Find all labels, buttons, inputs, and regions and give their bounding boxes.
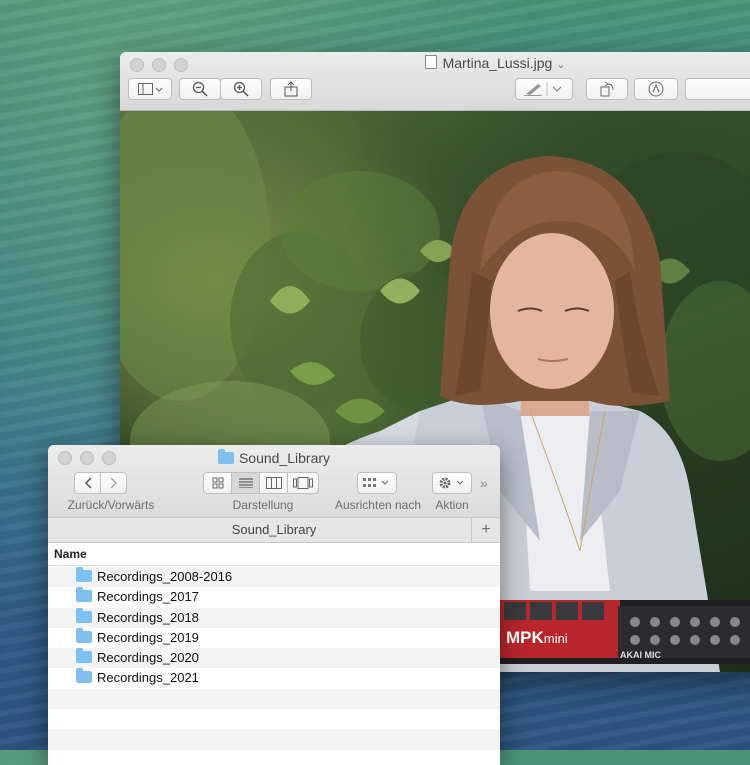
list-item[interactable]: Recordings_2021	[48, 668, 500, 689]
markup-pen-button[interactable]	[515, 78, 573, 100]
back-button[interactable]	[74, 472, 101, 494]
list-item[interactable]: Recordings_2008-2016	[48, 567, 500, 588]
view-columns-button[interactable]	[259, 472, 288, 494]
action-button[interactable]	[432, 472, 472, 494]
keyboard-maker-suffix: MIC	[644, 650, 662, 660]
rotate-icon	[600, 81, 614, 97]
keyboard-maker-label: AKAI MIC	[620, 650, 661, 660]
folder-icon	[76, 607, 92, 623]
keyboard-brand: MPK	[506, 628, 544, 647]
share-icon	[284, 81, 298, 97]
folder-icon	[76, 648, 92, 664]
nav-label: Zurück/Vorwärts	[67, 498, 155, 512]
keyboard-maker: AKAI	[620, 650, 642, 660]
chevron-left-icon	[84, 477, 92, 489]
chevron-down-icon: ⌄	[556, 59, 566, 71]
search-field[interactable]	[685, 78, 750, 100]
column-view-icon	[265, 477, 282, 489]
zoom-out-button[interactable]	[179, 78, 221, 100]
preview-title-text: Martina_Lussi.jpg	[442, 55, 553, 71]
path-bar-label: Sound_Library	[231, 522, 317, 537]
icon-view-icon	[212, 477, 223, 489]
path-bar: Sound_Library +	[48, 517, 500, 543]
markup-icon	[648, 81, 664, 97]
empty-row	[48, 729, 500, 750]
gear-icon	[439, 477, 464, 489]
list-item-label: Recordings_2019	[97, 629, 199, 645]
midi-keyboard-image: MPKmini AKAI MIC	[500, 600, 750, 664]
finder-window: Sound_Library Zurück/Vorwärts Darstellun…	[48, 445, 500, 765]
list-item[interactable]: Recordings_2018	[48, 607, 500, 628]
document-icon	[424, 55, 437, 69]
list-item-label: Recordings_2020	[97, 650, 199, 666]
finder-title-text: Sound_Library	[238, 450, 331, 466]
markup-toolbar-button[interactable]	[634, 78, 678, 100]
view-list-button[interactable]	[231, 472, 260, 494]
list-item-label: Recordings_2021	[97, 670, 199, 686]
finder-titlebar: Sound_Library Zurück/Vorwärts Darstellun…	[48, 445, 500, 517]
zoom-in-icon	[233, 81, 249, 97]
sidebar-toggle-button[interactable]	[128, 78, 172, 100]
preview-titlebar: Martina_Lussi.jpg ⌄	[120, 52, 750, 111]
rotate-button[interactable]	[586, 78, 628, 100]
zoom-in-button[interactable]	[220, 78, 262, 100]
file-list: Recordings_2008-2016 Recordings_2017 Rec…	[48, 567, 500, 750]
toolbar-overflow-icon[interactable]: »	[480, 475, 488, 491]
folder-icon	[76, 668, 92, 684]
list-item[interactable]: Recordings_2019	[48, 627, 500, 649]
list-item[interactable]: Recordings_2020	[48, 648, 500, 669]
view-label: Darstellung	[232, 498, 294, 512]
column-header-name[interactable]: Name	[48, 542, 500, 566]
folder-icon	[217, 449, 234, 464]
list-view-icon	[238, 478, 253, 488]
empty-row	[48, 709, 500, 730]
forward-button[interactable]	[100, 472, 127, 494]
action-label: Aktion	[435, 498, 469, 512]
pen-icon	[524, 82, 562, 96]
view-gallery-button[interactable]	[287, 472, 319, 494]
finder-title: Sound_Library	[48, 449, 500, 466]
arrange-label: Ausrichten nach	[334, 498, 422, 512]
list-item-label: Recordings_2017	[97, 589, 199, 605]
sidebar-icon	[138, 83, 162, 95]
list-item-label: Recordings_2008-2016	[97, 569, 233, 584]
view-icons-button[interactable]	[203, 472, 232, 494]
list-item[interactable]: Recordings_2017	[48, 587, 500, 608]
keyboard-model: mini	[543, 631, 568, 646]
arrange-button[interactable]	[357, 472, 397, 494]
folder-icon	[76, 587, 92, 603]
preview-title[interactable]: Martina_Lussi.jpg ⌄	[120, 55, 750, 71]
keyboard-brand-label: MPKmini	[506, 628, 568, 648]
folder-icon	[76, 627, 92, 643]
folder-icon	[76, 567, 92, 582]
share-button[interactable]	[270, 78, 312, 100]
gallery-view-icon	[293, 477, 313, 489]
zoom-out-icon	[192, 81, 208, 97]
chevron-right-icon	[109, 477, 117, 489]
list-item-label: Recordings_2018	[97, 609, 199, 625]
arrange-icon	[363, 478, 389, 487]
empty-row	[48, 688, 500, 710]
add-tab-button[interactable]: +	[471, 518, 500, 542]
